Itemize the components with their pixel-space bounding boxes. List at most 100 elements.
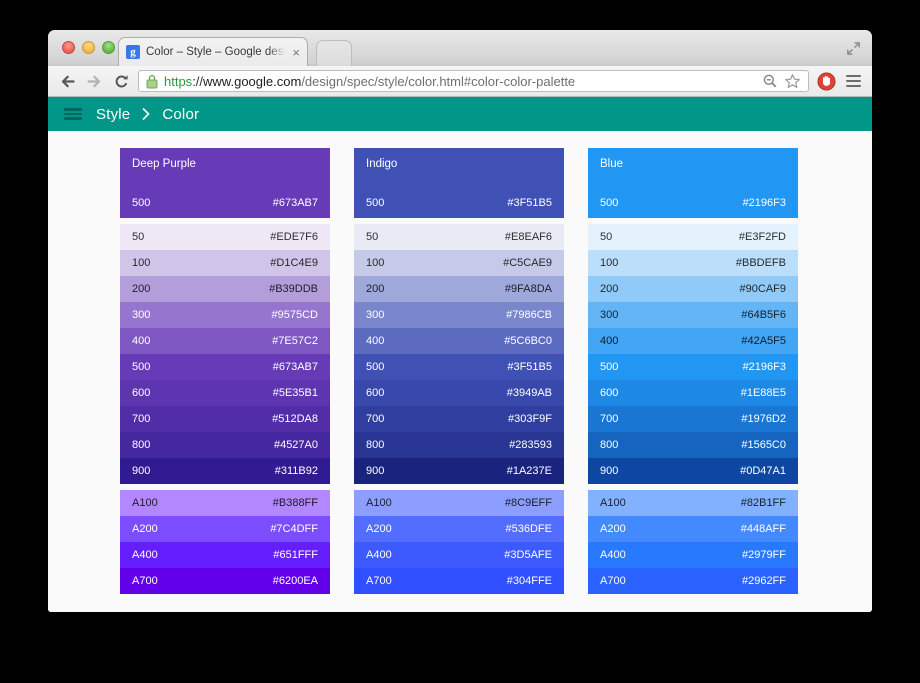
swatch-row: 600#5E35B1: [120, 380, 330, 406]
forward-icon[interactable]: [84, 71, 104, 91]
swatch-label: 500: [132, 361, 150, 373]
swatch-label: 200: [600, 283, 618, 295]
swatch-label: 800: [366, 439, 384, 451]
swatch-row: A100 #B388FF: [120, 490, 330, 516]
swatch-hex: #512DA8: [272, 413, 318, 425]
swatch-label: 700: [600, 413, 618, 425]
swatch-hex: #448AFF: [741, 523, 786, 535]
tab-color-style[interactable]: g Color – Style – Google desi ×: [118, 37, 308, 66]
swatch-hex: #B388FF: [273, 497, 318, 509]
swatch-row: A400#3D5AFE: [354, 542, 564, 568]
swatch-label: A200: [132, 523, 158, 535]
tab-close-icon[interactable]: ×: [292, 46, 300, 59]
palette-header-swatch: Deep Purple 500#673AB7: [120, 148, 330, 218]
swatch-row: 800 #1565C0: [588, 432, 798, 458]
swatch-row: 200#9FA8DA: [354, 276, 564, 302]
url-path: /design/spec/style/color.html#color-colo…: [301, 74, 575, 89]
swatch-row: A700#2962FF: [588, 568, 798, 594]
swatch-row: 50#E3F2FD: [588, 224, 798, 250]
swatch-hex: #1A237E: [507, 465, 552, 477]
swatch-hex: #536DFE: [506, 523, 552, 535]
fullscreen-expand-icon[interactable]: [844, 39, 862, 57]
swatch-label: 50: [132, 231, 144, 243]
swatch-label: 700: [366, 413, 384, 425]
swatch-label: 900: [600, 465, 618, 477]
back-icon[interactable]: [57, 71, 77, 91]
swatch-label: 50: [366, 231, 378, 243]
swatch-hex: #9575CD: [272, 309, 318, 321]
browser-toolbar: https://www.google.com/design/spec/style…: [48, 66, 872, 97]
palette-name: Deep Purple: [132, 158, 196, 170]
swatch-hex: #7986CB: [506, 309, 552, 321]
swatch-hex: #D1C4E9: [270, 257, 318, 269]
google-favicon-icon: g: [126, 45, 140, 59]
window-minimize-button[interactable]: [82, 41, 95, 54]
swatch-hex: #90CAF9: [740, 283, 786, 295]
swatch-label: A100: [132, 497, 158, 509]
bookmark-star-icon[interactable]: [784, 73, 801, 90]
swatch-hex: #7E57C2: [272, 335, 318, 347]
swatch-hex: #2196F3: [743, 361, 786, 373]
swatch-row: 900 #0D47A1: [588, 458, 798, 484]
swatch-hex: #42A5F5: [741, 335, 786, 347]
swatch-hex: #1565C0: [741, 439, 786, 451]
swatch-label: 800: [600, 439, 618, 451]
palette-header-row: 500#673AB7: [132, 197, 318, 209]
swatch-hex: #B39DDB: [269, 283, 318, 295]
reload-icon[interactable]: [111, 71, 131, 91]
swatch-hex: #311B92: [275, 465, 318, 477]
url-scheme: https: [164, 74, 192, 89]
url-text: https://www.google.com/design/spec/style…: [164, 74, 756, 89]
palette-column-deep-purple: Deep Purple500#673AB750#EDE7F6100#D1C4E9…: [120, 148, 330, 594]
swatch-hex: #5C6BC0: [504, 335, 552, 347]
swatch-row: 600#1E88E5: [588, 380, 798, 406]
swatch-group-accents: A100#B388FFA200#7C4DFFA400#651FFFA700#62…: [120, 490, 330, 594]
swatch-hex: #651FFF: [273, 549, 318, 561]
swatch-hex: #2979FF: [742, 549, 786, 561]
swatch-label: 600: [600, 387, 618, 399]
window-close-button[interactable]: [62, 41, 75, 54]
palette-name: Indigo: [366, 158, 397, 170]
zoom-out-icon[interactable]: [762, 73, 778, 89]
swatch-label: A200: [600, 523, 626, 535]
swatch-hex: #C5CAE9: [503, 257, 552, 269]
swatch-row: 500#3F51B5: [354, 354, 564, 380]
swatch-hex: #3F51B5: [507, 197, 552, 209]
swatch-row: A400#651FFF: [120, 542, 330, 568]
swatch-hex: #82B1FF: [741, 497, 786, 509]
swatch-label: 300: [132, 309, 150, 321]
page-app-bar: Style Color: [48, 97, 872, 131]
secure-padlock-icon: [146, 74, 158, 89]
extension-hand-icon[interactable]: [816, 71, 836, 91]
chrome-menu-icon[interactable]: [843, 71, 863, 91]
swatch-row: 100#C5CAE9: [354, 250, 564, 276]
swatch-row: 500#673AB7: [120, 354, 330, 380]
swatch-hex: #BBDEFB: [736, 257, 786, 269]
swatch-row: 500 #2196F3: [588, 354, 798, 380]
nav-drawer-menu-icon[interactable]: [64, 108, 82, 119]
swatch-label: 500: [600, 361, 618, 373]
swatch-group-accents: A100#8C9EFFA200#536DFEA400#3D5AFEA700#30…: [354, 490, 564, 594]
swatch-group-accents: A100#82B1FFA200#448AFFA400#2979FFA700#29…: [588, 490, 798, 594]
swatch-label: A400: [600, 549, 626, 561]
swatch-label: 900: [132, 465, 150, 477]
address-bar[interactable]: https://www.google.com/design/spec/style…: [138, 70, 809, 92]
swatch-label: A700: [366, 575, 392, 587]
breadcrumb-color[interactable]: Color: [162, 106, 199, 123]
browser-window: g Color – Style – Google desi ×: [48, 30, 872, 612]
swatch-label: 200: [132, 283, 150, 295]
swatch-label: A700: [600, 575, 626, 587]
url-separator: ://: [192, 74, 203, 89]
swatch-label: 600: [366, 387, 384, 399]
new-tab-button[interactable]: [316, 40, 352, 66]
swatch-row: 400#7E57C2: [120, 328, 330, 354]
window-zoom-button[interactable]: [102, 41, 115, 54]
swatch-hex: #0D47A1: [740, 465, 786, 477]
swatch-row: 700#512DA8: [120, 406, 330, 432]
swatch-hex: #EDE7F6: [270, 231, 318, 243]
swatch-hex: #64B5F6: [741, 309, 786, 321]
breadcrumb-style[interactable]: Style: [96, 106, 130, 123]
swatch-label: 200: [366, 283, 384, 295]
palette-column-indigo: Indigo500#3F51B550#E8EAF6100#C5CAE9200#9…: [354, 148, 564, 594]
swatch-hex: #283593: [509, 439, 552, 451]
